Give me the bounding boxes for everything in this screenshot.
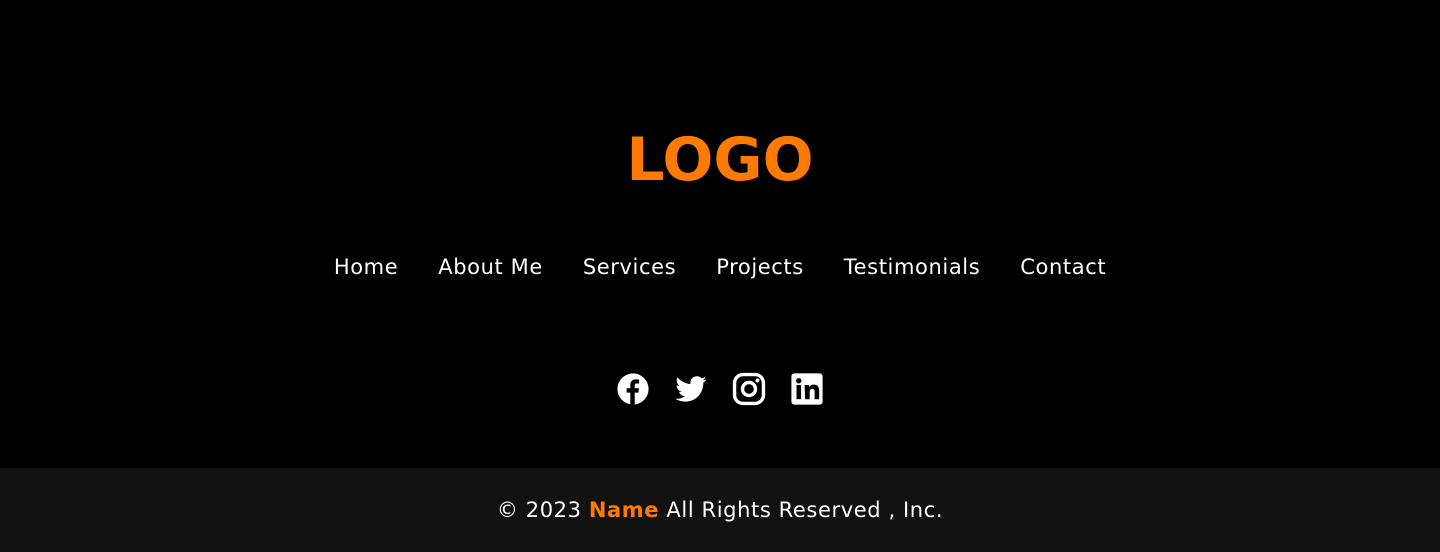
- copyright-bar: © 2023 Name All Rights Reserved , Inc.: [0, 468, 1440, 552]
- copyright-suffix: All Rights Reserved , Inc.: [666, 498, 944, 522]
- footer-nav: Home About Me Services Projects Testimon…: [0, 251, 1440, 283]
- facebook-icon[interactable]: [616, 372, 650, 406]
- twitter-icon[interactable]: [674, 372, 708, 406]
- copyright-brand-name: Name: [588, 498, 660, 522]
- nav-link-about-me[interactable]: About Me: [438, 251, 543, 283]
- social-links: [0, 372, 1440, 406]
- copyright-text: © 2023 Name All Rights Reserved , Inc.: [497, 498, 943, 522]
- site-footer: LOGO Home About Me Services Projects Tes…: [0, 0, 1440, 552]
- linkedin-icon[interactable]: [790, 372, 824, 406]
- nav-link-testimonials[interactable]: Testimonials: [844, 251, 980, 283]
- nav-link-services[interactable]: Services: [583, 251, 676, 283]
- instagram-icon[interactable]: [732, 372, 766, 406]
- logo[interactable]: LOGO: [0, 122, 1440, 198]
- nav-link-home[interactable]: Home: [334, 251, 398, 283]
- nav-link-projects[interactable]: Projects: [716, 251, 804, 283]
- nav-link-contact[interactable]: Contact: [1020, 251, 1106, 283]
- copyright-prefix: © 2023: [496, 498, 582, 522]
